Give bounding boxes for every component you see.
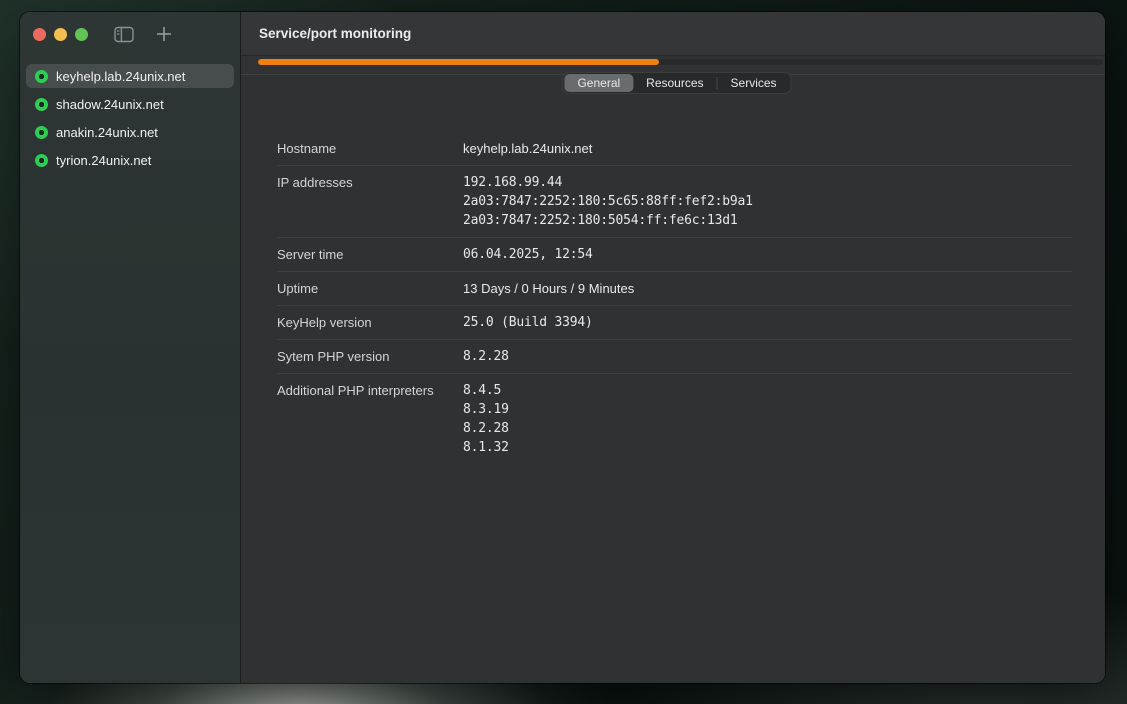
zoom-button[interactable]	[75, 28, 88, 41]
detail-value: 8.2.28	[463, 347, 1072, 366]
window-title: Service/port monitoring	[259, 26, 411, 41]
detail-row-label: Hostname	[277, 139, 463, 158]
progress-track	[258, 59, 1103, 65]
detail-row-values: 25.0 (Build 3394)	[463, 313, 1072, 332]
detail-row: KeyHelp version 25.0 (Build 3394)	[277, 306, 1072, 340]
detail-row: Uptime 13 Days / 0 Hours / 9 Minutes	[277, 272, 1072, 306]
detail-row-label: IP addresses	[277, 173, 463, 230]
sidebar: keyhelp.lab.24unix.net shadow.24unix.net…	[20, 12, 241, 683]
tab-bar: GeneralResourcesServices	[562, 72, 791, 94]
detail-value: 2a03:7847:2252:180:5c65:88ff:fef2:b9a1	[463, 192, 1072, 211]
detail-row: Hostname keyhelp.lab.24unix.net	[277, 132, 1072, 166]
detail-row-values: keyhelp.lab.24unix.net	[463, 139, 1072, 158]
sidebar-item-server[interactable]: anakin.24unix.net	[26, 120, 234, 144]
window-controls	[33, 28, 88, 41]
detail-row-values: 06.04.2025, 12:54	[463, 245, 1072, 264]
progress-bar	[258, 59, 1103, 65]
status-online-icon	[35, 70, 48, 83]
detail-value: 06.04.2025, 12:54	[463, 245, 1072, 264]
detail-value: 13 Days / 0 Hours / 9 Minutes	[463, 279, 1072, 298]
detail-value: 8.2.28	[463, 419, 1072, 438]
detail-value: 192.168.99.44	[463, 173, 1072, 192]
detail-row: Additional PHP interpreters 8.4.58.3.198…	[277, 374, 1072, 464]
add-server-icon[interactable]	[156, 26, 172, 42]
sidebar-toolbar	[20, 12, 240, 56]
status-online-icon	[35, 98, 48, 111]
server-label: tyrion.24unix.net	[56, 153, 151, 168]
detail-row: IP addresses 192.168.99.442a03:7847:2252…	[277, 166, 1072, 238]
detail-row-values: 13 Days / 0 Hours / 9 Minutes	[463, 279, 1072, 298]
detail-value: keyhelp.lab.24unix.net	[463, 139, 1072, 158]
detail-value: 8.4.5	[463, 381, 1072, 400]
detail-value: 2a03:7847:2252:180:5054:ff:fe6c:13d1	[463, 211, 1072, 230]
detail-row-values: 192.168.99.442a03:7847:2252:180:5c65:88f…	[463, 173, 1072, 230]
server-label: anakin.24unix.net	[56, 125, 158, 140]
detail-row-label: Sytem PHP version	[277, 347, 463, 366]
detail-row: Sytem PHP version 8.2.28	[277, 340, 1072, 374]
detail-row-label: Uptime	[277, 279, 463, 298]
detail-value: 25.0 (Build 3394)	[463, 313, 1072, 332]
tab-services[interactable]: Services	[718, 74, 790, 92]
sidebar-toggle-icon[interactable]	[114, 26, 134, 43]
detail-row-label: Server time	[277, 245, 463, 264]
detail-row-values: 8.4.58.3.198.2.288.1.32	[463, 381, 1072, 457]
progress-fill	[258, 59, 659, 65]
sidebar-item-server[interactable]: shadow.24unix.net	[26, 92, 234, 116]
detail-value: 8.1.32	[463, 438, 1072, 457]
app-window: keyhelp.lab.24unix.net shadow.24unix.net…	[20, 12, 1105, 683]
status-online-icon	[35, 126, 48, 139]
detail-row-values: 8.2.28	[463, 347, 1072, 366]
main-pane: Service/port monitoring GeneralResources…	[241, 12, 1105, 683]
main-titlebar: Service/port monitoring	[241, 12, 1105, 56]
detail-value: 8.3.19	[463, 400, 1072, 419]
server-label: shadow.24unix.net	[56, 97, 164, 112]
status-online-icon	[35, 154, 48, 167]
tab-general[interactable]: General	[564, 74, 633, 92]
tab-resources[interactable]: Resources	[633, 74, 716, 92]
server-list: keyhelp.lab.24unix.net shadow.24unix.net…	[20, 56, 240, 172]
sidebar-item-server[interactable]: keyhelp.lab.24unix.net	[26, 64, 234, 88]
detail-row-label: Additional PHP interpreters	[277, 381, 463, 457]
detail-row-label: KeyHelp version	[277, 313, 463, 332]
close-button[interactable]	[33, 28, 46, 41]
detail-row: Server time 06.04.2025, 12:54	[277, 238, 1072, 272]
minimize-button[interactable]	[54, 28, 67, 41]
server-label: keyhelp.lab.24unix.net	[56, 69, 185, 84]
detail-rows: Hostname keyhelp.lab.24unix.net IP addre…	[241, 75, 1105, 464]
sidebar-item-server[interactable]: tyrion.24unix.net	[26, 148, 234, 172]
general-panel: GeneralResourcesServices Hostname keyhel…	[241, 74, 1105, 683]
